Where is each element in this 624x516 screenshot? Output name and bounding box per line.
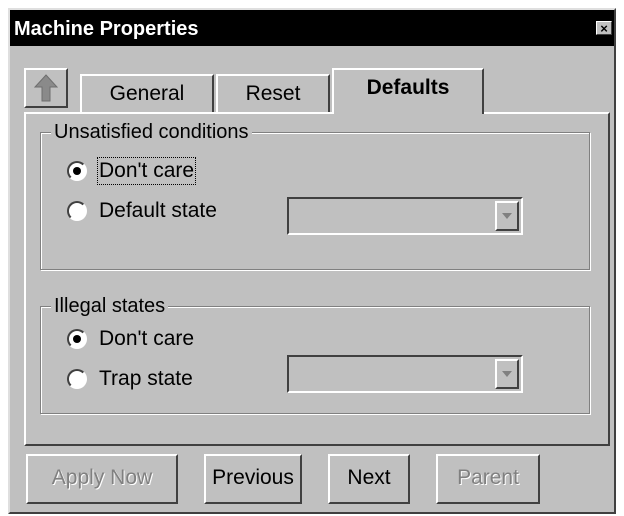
previous-label: Previous [212,466,294,489]
up-button[interactable] [24,68,68,108]
illegal-states-group: Illegal states Don't care Trap state [40,294,590,414]
unsatisfied-dont-care-label: Don't care [96,157,197,185]
next-button[interactable]: Next [328,454,410,504]
tab-general-label: General [109,82,185,105]
illegal-trap-state-label: Trap state [99,367,193,390]
tab-general[interactable]: General [80,74,214,112]
parent-label: Parent [457,466,519,489]
tab-reset[interactable]: Reset [216,74,330,112]
previous-button[interactable]: Previous [204,454,302,504]
next-label: Next [347,466,391,489]
up-arrow-icon [34,74,58,102]
apply-now-button[interactable]: Apply Now [26,454,178,504]
machine-properties-window: Machine Properties × General Reset Defau… [8,8,616,514]
trap-state-dropdown[interactable] [287,355,523,393]
unsatisfied-dont-care-radio[interactable] [67,161,87,181]
chevron-down-icon[interactable] [495,201,519,231]
unsatisfied-conditions-group: Unsatisfied conditions Don't care Defaul… [40,120,590,270]
tab-defaults[interactable]: Defaults [332,68,484,114]
unsatisfied-default-state-radio[interactable] [67,201,87,221]
illegal-states-legend: Illegal states [51,294,169,318]
unsatisfied-default-state-label: Default state [99,199,217,222]
defaults-panel: Unsatisfied conditions Don't care Defaul… [24,112,610,446]
default-state-dropdown[interactable] [287,197,523,235]
illegal-dont-care-radio[interactable] [67,329,87,349]
close-icon: × [600,21,608,36]
window-title: Machine Properties [14,18,199,40]
apply-now-label: Apply Now [51,466,153,489]
illegal-dont-care-label: Don't care [99,327,195,350]
illegal-trap-state-radio[interactable] [67,369,87,389]
tab-reset-label: Reset [245,82,301,105]
unsatisfied-conditions-legend: Unsatisfied conditions [51,120,252,144]
title-bar: Machine Properties × [10,10,614,46]
tab-defaults-label: Defaults [366,76,450,99]
close-button[interactable]: × [596,21,612,35]
parent-button[interactable]: Parent [436,454,540,504]
chevron-down-icon[interactable] [495,359,519,389]
